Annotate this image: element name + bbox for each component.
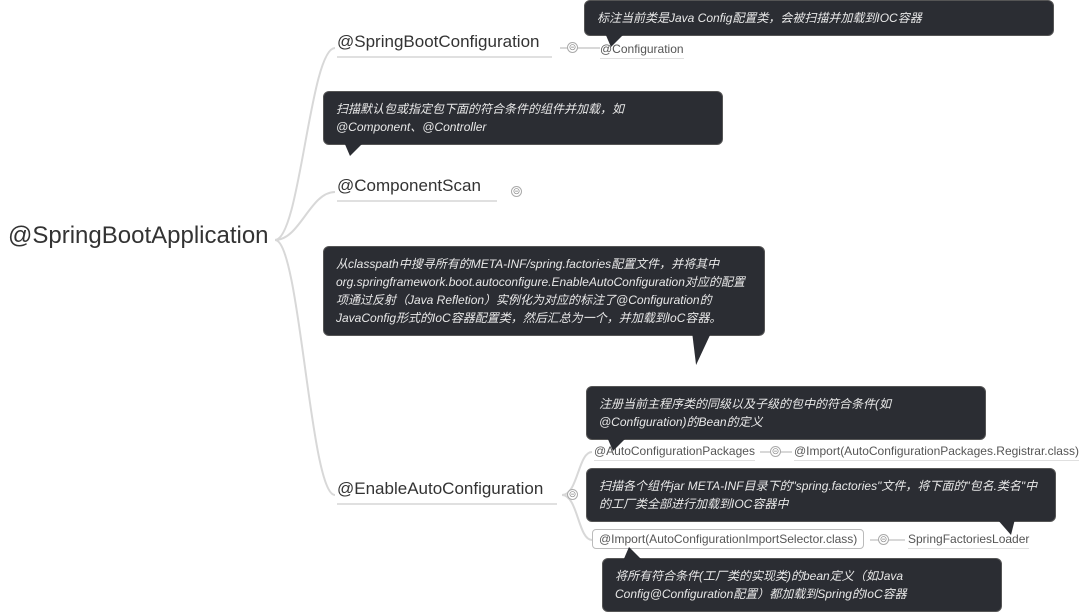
collapse-icon[interactable]: ⊝ <box>770 446 781 457</box>
tooltip-springfactoriesloader: 将所有符合条件(工厂类的实现类)的bean定义（如Java Config@Con… <box>602 558 1002 612</box>
tooltip-enableautoconfiguration: 从classpath中搜寻所有的META-INF/spring.factorie… <box>323 246 765 336</box>
tooltip-componentscan: 扫描默认包或指定包下面的符合条件的组件并加载，如@Component、@Cont… <box>323 91 723 145</box>
branch-componentscan[interactable]: @ComponentScan <box>337 176 497 202</box>
collapse-icon[interactable]: ⊝ <box>567 489 578 500</box>
leaf-import-registrar[interactable]: @Import(AutoConfigurationPackages.Regist… <box>794 444 1079 461</box>
tooltip-import-selector: 扫描各个组件jar META-INF目录下的"spring.factories"… <box>586 468 1056 522</box>
leaf-import-selector[interactable]: @Import(AutoConfigurationImportSelector.… <box>592 529 864 549</box>
branch-springbootconfiguration[interactable]: @SpringBootConfiguration <box>337 32 552 58</box>
collapse-icon[interactable]: ⊝ <box>567 42 578 53</box>
collapse-icon[interactable]: ⊝ <box>878 534 889 545</box>
collapse-icon[interactable]: ⊝ <box>511 186 522 197</box>
branch-enableautoconfiguration[interactable]: @EnableAutoConfiguration <box>337 479 557 505</box>
root-node[interactable]: @SpringBootApplication <box>8 222 269 250</box>
tooltip-autoconfigurationpackages: 注册当前主程序类的同级以及子级的包中的符合条件(如@Configuration)… <box>586 386 986 440</box>
tooltip-configuration: 标注当前类是Java Config配置类，会被扫描并加载到IOC容器 <box>584 0 1054 36</box>
